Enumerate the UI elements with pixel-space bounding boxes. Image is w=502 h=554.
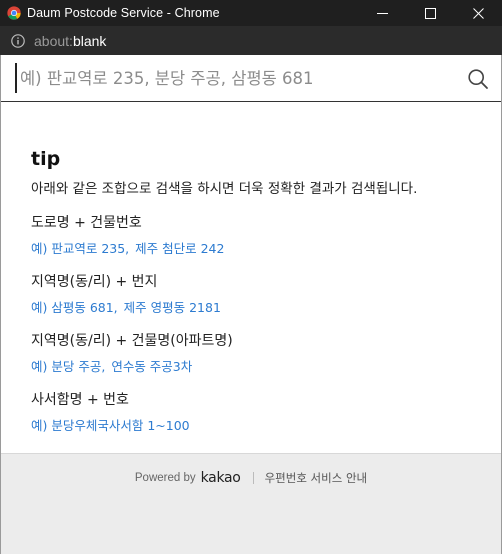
footer-divider — [252, 472, 254, 484]
example-text: 연수동 주공3차 — [111, 359, 193, 374]
search-bar — [1, 55, 501, 102]
postcode-page: tip 아래와 같은 조합으로 검색을 하시면 더욱 정확한 결과가 검색됩니다… — [0, 55, 502, 554]
window-title: Daum Postcode Service - Chrome — [27, 6, 220, 20]
window-titlebar: Daum Postcode Service - Chrome — [0, 0, 502, 26]
tip-label: 지역명(동/리) + 건물명(아파트명) — [31, 333, 233, 349]
example-text: 제주 영평동 2181 — [123, 300, 221, 315]
url-text: about:blank — [34, 33, 106, 49]
tip-example: 예) 분당 주공, 연수동 주공3차 — [31, 356, 481, 375]
address-search-input[interactable] — [15, 63, 455, 93]
search-icon[interactable] — [467, 68, 489, 90]
close-button[interactable] — [454, 0, 502, 26]
minimize-icon — [376, 12, 388, 14]
chrome-icon — [7, 6, 21, 20]
example-text: 예) 분당 주공, — [31, 359, 106, 374]
url-scheme: about: — [34, 32, 73, 49]
maximize-button[interactable] — [406, 0, 454, 26]
tip-group-po-box: 사서함명 + 번호 예) 분당우체국사서함 1~100 — [31, 389, 481, 434]
tip-group-building-name: 지역명(동/리) + 건물명(아파트명) 예) 분당 주공, 연수동 주공3차 — [31, 330, 481, 375]
maximize-icon — [424, 7, 436, 19]
minimize-button[interactable] — [358, 0, 406, 26]
tip-example: 예) 삼평동 681, 제주 영평동 2181 — [31, 297, 481, 316]
tip-group-road-name: 도로명 + 건물번호 예) 판교역로 235, 제주 첨단로 242 — [31, 212, 481, 257]
tip-label: 사서함명 + 번호 — [31, 392, 129, 408]
tip-section: tip 아래와 같은 조합으로 검색을 하시면 더욱 정확한 결과가 검색됩니다… — [31, 148, 481, 434]
tip-label: 지역명(동/리) + 번지 — [31, 274, 158, 290]
tip-title: tip — [31, 148, 61, 170]
tip-label: 도로명 + 건물번호 — [31, 215, 142, 231]
example-text: 예) 판교역로 235, — [31, 241, 130, 256]
powered-by-text: Powered by — [134, 472, 196, 484]
kakao-logo[interactable]: kakao — [201, 470, 241, 486]
footer: Powered by kakao 우편번호 서비스 안내 — [1, 453, 501, 554]
tip-group-lot-number: 지역명(동/리) + 번지 예) 삼평동 681, 제주 영평동 2181 — [31, 271, 481, 316]
example-text: 제주 첨단로 242 — [135, 241, 225, 256]
url-host: blank — [72, 32, 107, 49]
info-icon[interactable] — [11, 33, 25, 48]
service-guide-link[interactable]: 우편번호 서비스 안내 — [265, 470, 368, 486]
tip-description: 아래와 같은 조합으로 검색을 하시면 더욱 정확한 결과가 검색됩니다. — [31, 181, 418, 197]
tip-example: 예) 분당우체국사서함 1~100 — [31, 415, 481, 434]
tip-example: 예) 판교역로 235, 제주 첨단로 242 — [31, 238, 481, 257]
address-bar[interactable]: about:blank — [0, 26, 502, 55]
example-text: 예) 분당우체국사서함 1~100 — [31, 418, 190, 433]
close-icon — [472, 7, 484, 19]
example-text: 예) 삼평동 681, — [31, 300, 118, 315]
